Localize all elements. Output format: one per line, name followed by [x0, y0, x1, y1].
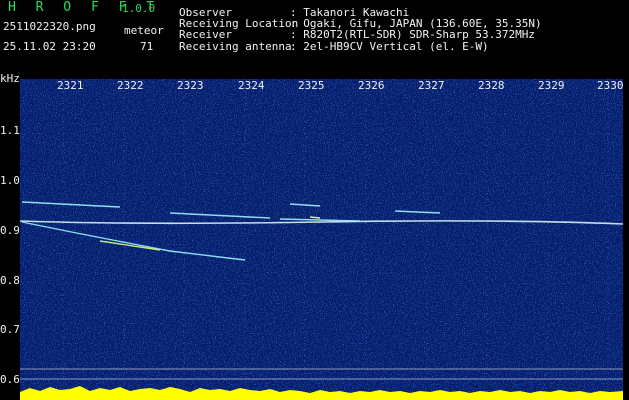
file-name: 2511022320.png	[3, 20, 96, 33]
y-tick: 0.8	[0, 274, 20, 287]
x-tick: 2323	[177, 79, 204, 92]
info-key-antenna: Receiving antenna	[179, 40, 292, 53]
y-axis-unit: kHz	[0, 72, 20, 85]
meteor-label: meteor	[124, 24, 164, 37]
x-tick: 2321	[57, 79, 84, 92]
datetime: 25.11.02 23:20	[3, 40, 96, 53]
x-tick: 2329	[538, 79, 565, 92]
x-tick: 2322	[117, 79, 144, 92]
spectrogram	[20, 79, 623, 400]
x-tick: 2327	[418, 79, 445, 92]
x-tick: 2324	[238, 79, 265, 92]
meteor-count: 71	[140, 40, 154, 53]
info-value-antenna: : 2el-HB9CV Vertical (el. E-W)	[290, 40, 489, 53]
y-tick: 1.1	[0, 124, 20, 137]
y-tick: 1.0	[0, 174, 20, 187]
y-tick: 0.7	[0, 323, 20, 336]
y-tick: 0.6	[0, 373, 20, 386]
x-tick: 2325	[298, 79, 325, 92]
x-tick: 2328	[478, 79, 505, 92]
app-version: 1.0.0	[122, 2, 156, 15]
x-tick: 2330	[597, 79, 624, 92]
spectrogram-plot	[20, 79, 623, 400]
x-tick: 2326	[358, 79, 385, 92]
y-tick: 0.9	[0, 224, 20, 237]
